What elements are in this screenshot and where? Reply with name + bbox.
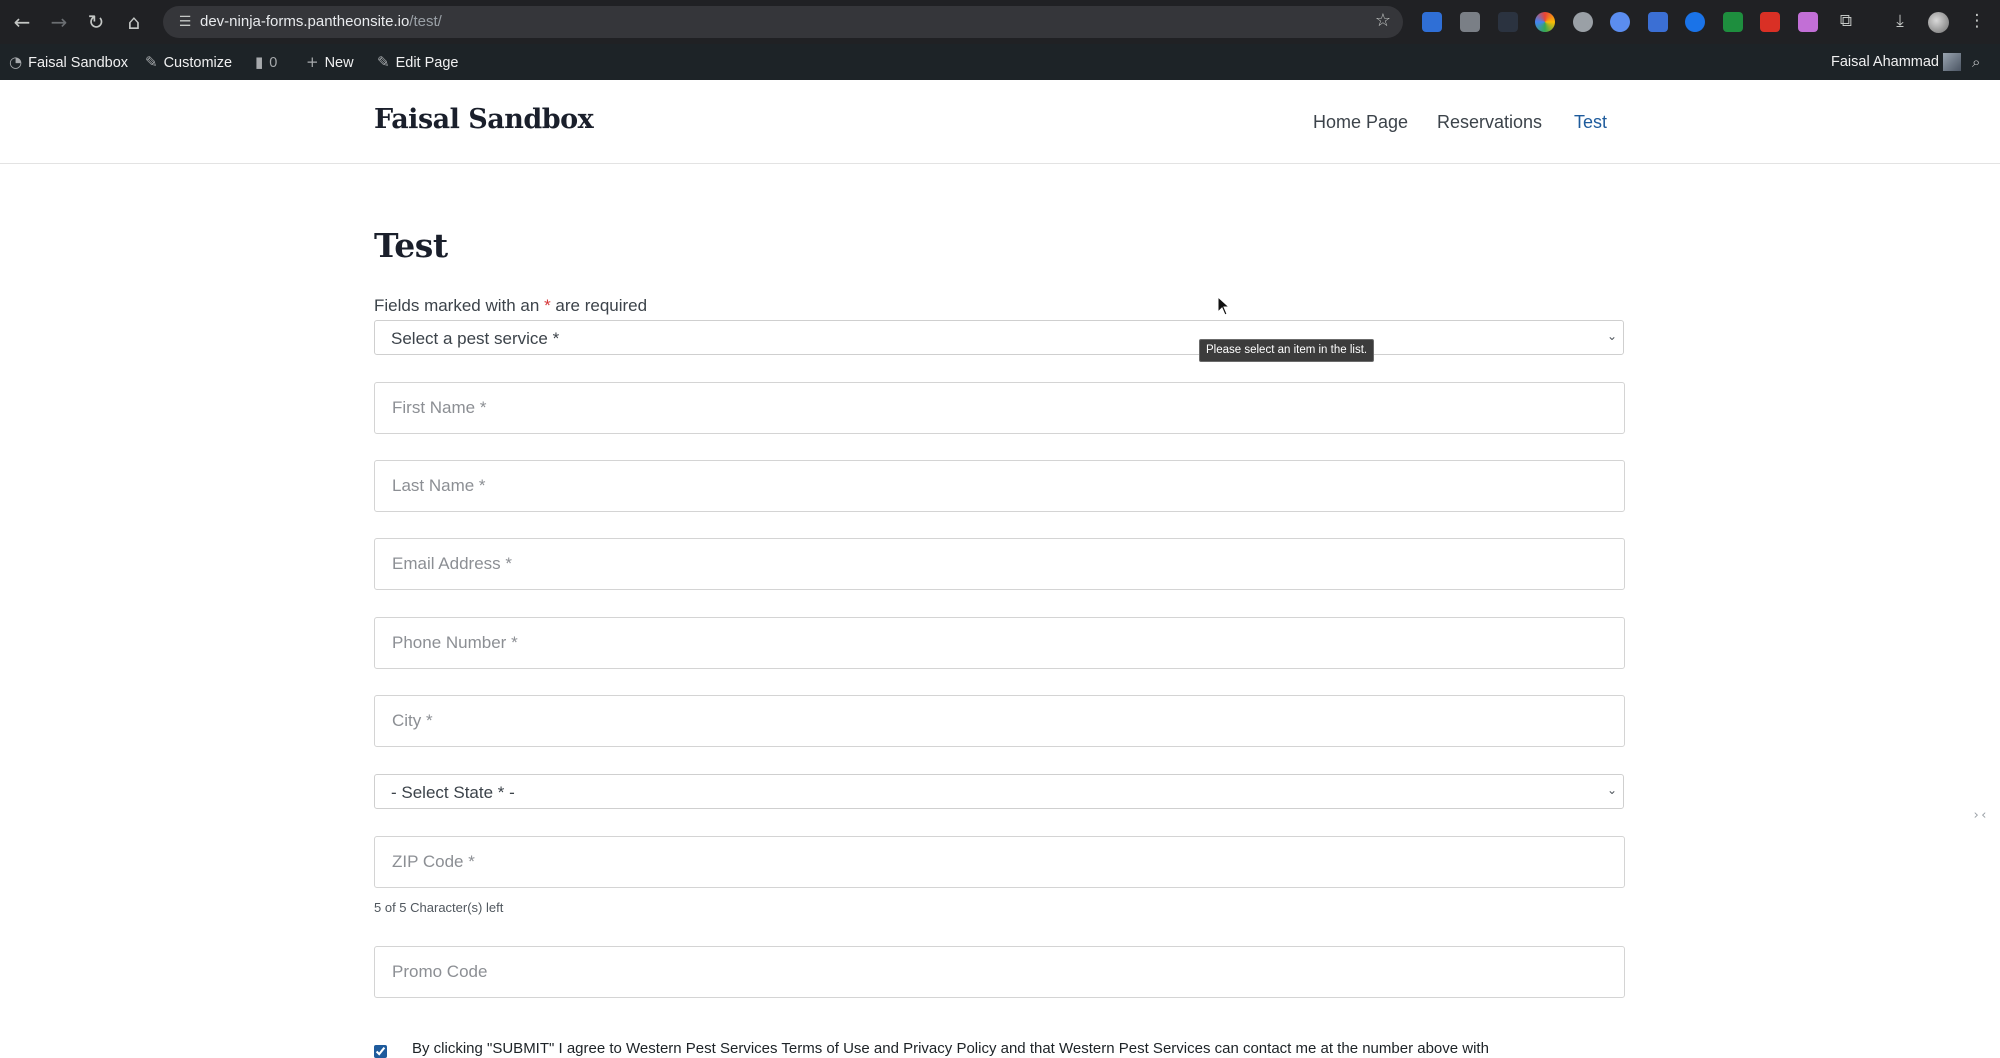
extension-icon[interactable] bbox=[1798, 12, 1818, 32]
pencil-icon: ✎ bbox=[377, 53, 390, 71]
comments-count: 0 bbox=[269, 55, 278, 71]
puzzle-icon[interactable]: ⧉ bbox=[1835, 10, 1857, 32]
required-fields-note: Fields marked with an * are required bbox=[374, 296, 647, 316]
last-name-field bbox=[374, 460, 1625, 512]
url-text[interactable]: dev-ninja-forms.pantheonsite.io/test/ bbox=[200, 13, 442, 30]
admin-customize-label: Customize bbox=[163, 55, 233, 71]
validation-tooltip: Please select an item in the list. bbox=[1199, 339, 1375, 362]
first-name-input[interactable] bbox=[375, 383, 1624, 433]
city-field bbox=[374, 695, 1625, 747]
nav-test[interactable]: Test bbox=[1574, 112, 1607, 133]
download-icon[interactable]: ⤓ bbox=[1889, 10, 1911, 32]
admin-edit-label: Edit Page bbox=[395, 55, 459, 71]
admin-new[interactable]: + New bbox=[306, 44, 354, 80]
admin-comments[interactable]: ▮ 0 bbox=[255, 44, 277, 80]
admin-user-name: Faisal Ahammad bbox=[1831, 54, 1939, 70]
consent-text: By clicking "SUBMIT" I agree to Western … bbox=[412, 1040, 1489, 1057]
admin-site-name[interactable]: ◔ Faisal Sandbox bbox=[9, 44, 128, 80]
brush-icon: ✎ bbox=[145, 53, 158, 71]
nav-home-page[interactable]: Home Page bbox=[1313, 112, 1408, 133]
reload-icon[interactable]: ↻ bbox=[83, 9, 109, 35]
extension-icon[interactable] bbox=[1460, 12, 1480, 32]
extension-icon[interactable] bbox=[1610, 12, 1630, 32]
pest-service-select[interactable]: Select a pest service * ⌄ bbox=[374, 320, 1624, 355]
phone-input[interactable] bbox=[375, 618, 1624, 668]
first-name-field bbox=[374, 382, 1625, 434]
extension-icon[interactable] bbox=[1760, 12, 1780, 32]
zip-code-input[interactable] bbox=[375, 837, 1624, 887]
chevron-down-icon: ⌄ bbox=[1606, 329, 1617, 343]
last-name-input[interactable] bbox=[375, 461, 1624, 511]
admin-customize[interactable]: ✎ Customize bbox=[145, 44, 232, 80]
extension-icon[interactable] bbox=[1723, 12, 1743, 32]
wp-admin-bar: ◔ Faisal Sandbox ✎ Customize ▮ 0 + New ✎ Edit… bbox=[0, 44, 2000, 80]
plus-icon: + bbox=[306, 53, 319, 71]
address-bar[interactable]: ☰ dev-ninja-forms.pantheonsite.io/test/ … bbox=[163, 6, 1403, 38]
star-icon[interactable]: ☆ bbox=[1375, 10, 1391, 31]
page-title: Test bbox=[374, 226, 448, 265]
city-input[interactable] bbox=[375, 696, 1624, 746]
search-icon[interactable]: ⌕ bbox=[1972, 44, 1980, 80]
admin-user[interactable]: Faisal Ahammad bbox=[1831, 44, 1939, 80]
mouse-cursor-icon bbox=[1217, 296, 1231, 316]
forward-arrow-icon[interactable]: → bbox=[46, 9, 72, 35]
translate-icon[interactable] bbox=[1648, 12, 1668, 32]
floating-widget-icon[interactable]: ›‹ bbox=[1970, 805, 1990, 827]
profile-avatar[interactable] bbox=[1928, 12, 1949, 33]
url-host: dev-ninja-forms.pantheonsite.io bbox=[200, 13, 410, 30]
wordpress-icon[interactable] bbox=[1573, 12, 1593, 32]
chevron-down-icon: ⌄ bbox=[1606, 783, 1617, 797]
zip-code-field bbox=[374, 836, 1625, 888]
admin-site-label: Faisal Sandbox bbox=[28, 55, 129, 71]
back-arrow-icon[interactable]: ← bbox=[9, 9, 35, 35]
state-select[interactable]: - Select State * - ⌄ bbox=[374, 774, 1624, 809]
admin-edit-page[interactable]: ✎ Edit Page bbox=[377, 44, 458, 80]
site-header: Faisal Sandbox Home Page Reservations Te… bbox=[0, 80, 2000, 164]
avatar[interactable] bbox=[1943, 53, 1961, 71]
extension-icon[interactable] bbox=[1535, 12, 1555, 32]
email-field bbox=[374, 538, 1625, 590]
zip-char-counter: 5 of 5 Character(s) left bbox=[374, 900, 504, 915]
promo-code-field bbox=[374, 946, 1625, 998]
site-title[interactable]: Faisal Sandbox bbox=[374, 104, 594, 135]
pest-service-select-value: Select a pest service * bbox=[391, 329, 560, 348]
browser-toolbar: ← → ↻ ⌂ ☰ dev-ninja-forms.pantheonsite.i… bbox=[0, 0, 2000, 44]
consent-checkbox[interactable] bbox=[374, 1045, 387, 1058]
required-note-suffix: are required bbox=[550, 296, 648, 315]
kebab-menu-icon[interactable]: ⋮ bbox=[1966, 10, 1988, 32]
nav-reservations[interactable]: Reservations bbox=[1437, 112, 1542, 133]
password-manager-icon[interactable] bbox=[1685, 12, 1705, 32]
required-asterisk: * bbox=[544, 296, 551, 315]
dashboard-icon: ◔ bbox=[9, 53, 23, 71]
state-select-value: - Select State * - bbox=[391, 783, 515, 802]
phone-field bbox=[374, 617, 1625, 669]
comment-icon: ▮ bbox=[255, 53, 264, 71]
extension-icon[interactable] bbox=[1498, 12, 1518, 32]
tune-icon[interactable]: ☰ bbox=[175, 12, 195, 32]
url-path: /test/ bbox=[409, 13, 442, 30]
admin-new-label: New bbox=[324, 55, 354, 71]
required-note-prefix: Fields marked with an bbox=[374, 296, 545, 315]
home-icon[interactable]: ⌂ bbox=[121, 9, 147, 35]
promo-code-input[interactable] bbox=[375, 947, 1624, 997]
extension-icon[interactable] bbox=[1422, 12, 1442, 32]
email-input[interactable] bbox=[375, 539, 1624, 589]
